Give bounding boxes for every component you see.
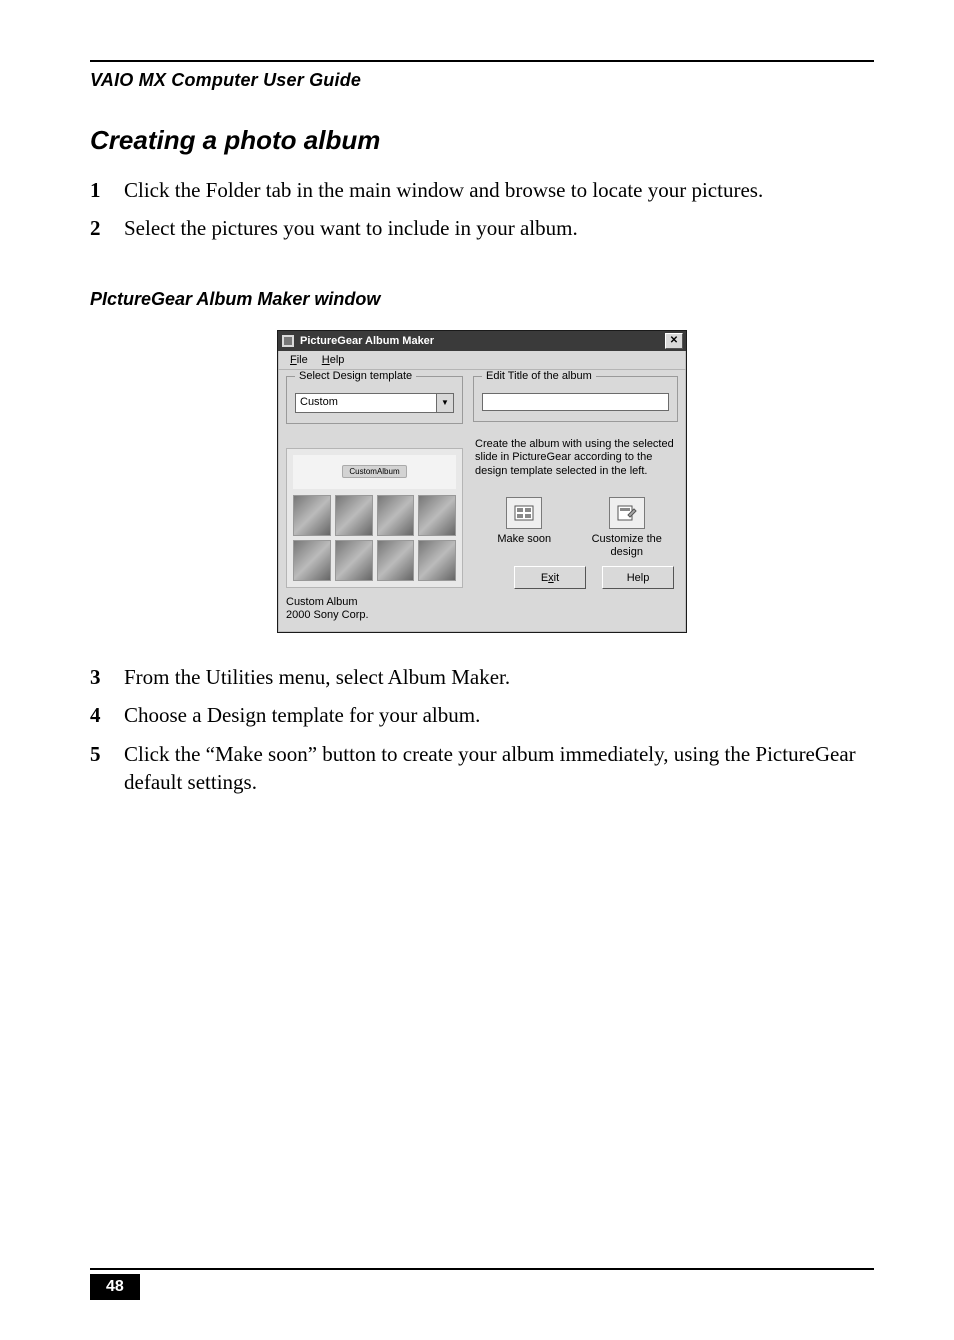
step-number: 1 [90, 176, 124, 204]
figure-caption: PIctureGear Album Maker window [90, 289, 874, 310]
steps-bottom: 3 From the Utilities menu, select Album … [90, 663, 874, 806]
template-preview: CustomAlbum [286, 448, 463, 588]
make-soon-label: Make soon [497, 533, 551, 546]
thumb [293, 540, 331, 581]
chevron-down-icon[interactable]: ▼ [436, 394, 453, 412]
step-text: Click the Folder tab in the main window … [124, 176, 874, 204]
picturegear-dialog: PictureGear Album Maker ✕ File Help Sele… [277, 330, 687, 633]
preview-pill: CustomAlbum [342, 465, 406, 478]
titlebar: PictureGear Album Maker ✕ [278, 331, 686, 351]
album-title-input[interactable] [482, 393, 669, 411]
step-number: 4 [90, 701, 124, 729]
group-edit-title: Edit Title of the album [473, 376, 678, 422]
menu-help[interactable]: Help [316, 353, 351, 367]
step-number: 2 [90, 214, 124, 242]
group-label: Edit Title of the album [482, 370, 596, 382]
step-number: 3 [90, 663, 124, 691]
customize-icon [609, 497, 645, 529]
exit-button[interactable]: Exit [514, 566, 586, 589]
template-meta: Custom Album 2000 Sony Corp. [286, 596, 463, 622]
combo-value: Custom [296, 394, 436, 412]
page-header: VAIO MX Computer User Guide [90, 70, 874, 91]
help-button[interactable]: Help [602, 566, 674, 589]
menu-file[interactable]: File [284, 353, 314, 367]
close-button[interactable]: ✕ [665, 333, 683, 349]
group-select-template: Select Design template Custom ▼ [286, 376, 463, 424]
group-label: Select Design template [295, 370, 416, 382]
thumb [377, 540, 415, 581]
thumb [377, 495, 415, 536]
customize-label: Customize the design [584, 533, 670, 558]
menubar: File Help [278, 351, 686, 370]
step-text: From the Utilities menu, select Album Ma… [124, 663, 874, 691]
thumb [335, 540, 373, 581]
step-text: Choose a Design template for your album. [124, 701, 874, 729]
dialog-title: PictureGear Album Maker [300, 335, 434, 347]
make-soon-button[interactable]: Make soon [481, 497, 567, 558]
section-title: Creating a photo album [90, 125, 874, 156]
thumb [335, 495, 373, 536]
description-text: Create the album with using the selected… [475, 438, 676, 479]
step-text: Click the “Make soon” button to create y… [124, 740, 874, 797]
step-text: Select the pictures you want to include … [124, 214, 874, 242]
make-soon-icon [506, 497, 542, 529]
steps-top: 1 Click the Folder tab in the main windo… [90, 176, 874, 253]
page-number: 48 [90, 1274, 140, 1300]
app-icon [281, 334, 295, 348]
thumb [418, 495, 456, 536]
step-number: 5 [90, 740, 124, 797]
customize-design-button[interactable]: Customize the design [584, 497, 670, 558]
thumb [293, 495, 331, 536]
template-combo[interactable]: Custom ▼ [295, 393, 454, 413]
thumb [418, 540, 456, 581]
